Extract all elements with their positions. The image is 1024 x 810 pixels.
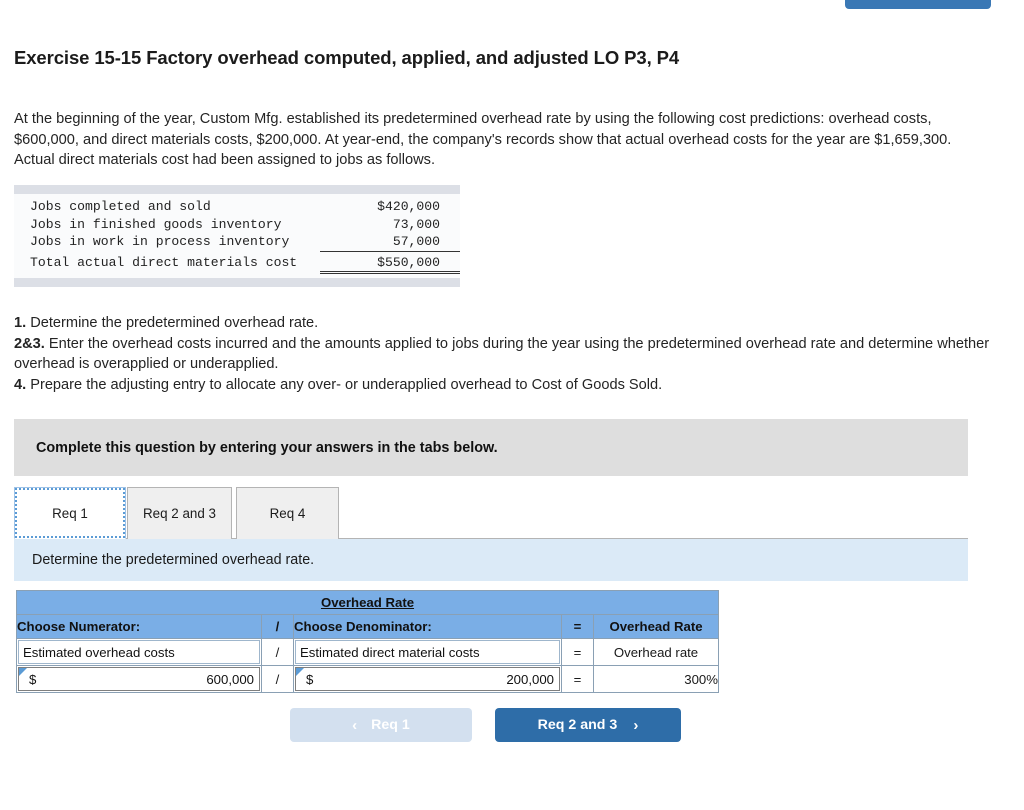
requirement-number: 2&3. xyxy=(14,335,45,352)
overhead-rate-table: Overhead Rate Choose Numerator: / Choose… xyxy=(16,590,719,693)
overhead-table-header-row: Choose Numerator: / Choose Denominator: … xyxy=(16,614,719,639)
cost-row-label: Jobs in finished goods inventory xyxy=(30,216,282,232)
requirement-number: 1. xyxy=(14,315,27,331)
sub-instruction-text: Determine the predetermined overhead rat… xyxy=(32,552,315,568)
numerator-select[interactable]: Estimated overhead costs xyxy=(18,640,260,664)
tab-label: Req 1 xyxy=(52,505,88,521)
cost-table-body: Jobs completed and sold $420,000 Jobs in… xyxy=(14,194,460,278)
complete-question-text: Complete this question by entering your … xyxy=(36,439,498,456)
prev-req-label: Req 1 xyxy=(371,717,410,733)
tab-label: Req 2 and 3 xyxy=(143,506,216,521)
numerator-currency-symbol: $ xyxy=(29,671,37,687)
cost-row-amount: $420,000 xyxy=(377,199,440,214)
requirement-item-3: 4. Prepare the adjusting entry to alloca… xyxy=(14,375,994,396)
numerator-select-value: Estimated overhead costs xyxy=(23,644,175,660)
header-choose-denominator: Choose Denominator: xyxy=(293,614,562,639)
tab-req-4[interactable]: Req 4 xyxy=(236,487,339,539)
numerator-value-cell[interactable]: $ 600,000 xyxy=(16,665,262,693)
overhead-table-label-row: Estimated overhead costs / Estimated dir… xyxy=(16,638,719,666)
next-req-button[interactable]: Req 2 and 3 › xyxy=(495,708,681,742)
overhead-rate-label: Overhead rate xyxy=(593,638,719,666)
header-equals: = xyxy=(561,614,594,639)
overhead-table-title-row: Overhead Rate xyxy=(16,590,719,615)
sub-instruction-banner: Determine the predetermined overhead rat… xyxy=(14,539,968,581)
tab-req-2-and-3[interactable]: Req 2 and 3 xyxy=(127,487,232,539)
requirement-text: Enter the overhead costs incurred and th… xyxy=(14,335,990,373)
denominator-value-cell[interactable]: $ 200,000 xyxy=(293,665,562,693)
cost-total-label: Total actual direct materials cost xyxy=(30,255,298,271)
divider-symbol: / xyxy=(261,665,294,693)
numerator-input[interactable]: $ 600,000 xyxy=(18,667,260,691)
cost-row-label: Jobs in work in process inventory xyxy=(30,234,290,250)
denominator-select-cell[interactable]: Estimated direct material costs xyxy=(293,638,562,666)
table-top-bar xyxy=(14,185,460,194)
next-req-label: Req 2 and 3 xyxy=(537,717,618,733)
direct-materials-cost-table: Jobs completed and sold $420,000 Jobs in… xyxy=(14,185,460,288)
cost-total-amount: $550,000 xyxy=(320,251,460,275)
table-bottom-bar xyxy=(14,278,460,288)
tab-req-1[interactable]: Req 1 xyxy=(14,487,126,539)
equals-symbol: = xyxy=(561,638,594,666)
top-right-blue-button[interactable] xyxy=(845,0,991,9)
header-overhead-rate: Overhead Rate xyxy=(593,614,719,639)
denominator-select[interactable]: Estimated direct material costs xyxy=(295,640,560,664)
numerator-amount: 600,000 xyxy=(206,671,254,687)
header-divider: / xyxy=(261,614,294,639)
denominator-currency-symbol: $ xyxy=(306,671,314,687)
denominator-amount: 200,000 xyxy=(506,671,554,687)
navigation-buttons: ‹ Req 1 Req 2 and 3 › xyxy=(290,708,690,744)
complete-question-banner: Complete this question by entering your … xyxy=(14,419,968,476)
chevron-right-icon: › xyxy=(633,716,639,734)
chevron-left-icon: ‹ xyxy=(352,716,358,734)
overhead-table-value-row: $ 600,000 / $ 200,000 = 300% xyxy=(16,665,719,693)
numerator-select-cell[interactable]: Estimated overhead costs xyxy=(16,638,262,666)
overhead-rate-table-body: Overhead Rate Choose Numerator: / Choose… xyxy=(16,590,719,693)
cost-row-amount: 73,000 xyxy=(392,216,440,232)
table-row: Jobs in work in process inventory 57,000 xyxy=(14,233,460,252)
table-total-row: Total actual direct materials cost $550,… xyxy=(14,251,460,275)
divider-symbol: / xyxy=(261,638,294,666)
cost-table: Jobs completed and sold $420,000 Jobs in… xyxy=(14,194,460,278)
page-title: Exercise 15-15 Factory overhead computed… xyxy=(14,47,680,68)
cost-row-label: Jobs completed and sold xyxy=(30,199,211,214)
tab-label: Req 4 xyxy=(269,506,306,521)
header-choose-numerator: Choose Numerator: xyxy=(16,614,262,639)
denominator-input[interactable]: $ 200,000 xyxy=(295,667,560,691)
requirement-text: Prepare the adjusting entry to allocate … xyxy=(26,376,663,393)
equals-symbol: = xyxy=(561,665,594,693)
cost-row-amount: 57,000 xyxy=(320,233,460,252)
problem-intro-text: At the beginning of the year, Custom Mfg… xyxy=(14,111,952,168)
requirement-item-2: 2&3. Enter the overhead costs incurred a… xyxy=(14,334,994,375)
prev-req-button[interactable]: ‹ Req 1 xyxy=(290,708,472,742)
table-row: Jobs in finished goods inventory 73,000 xyxy=(14,216,460,234)
requirement-tabs: Req 1 Req 2 and 3 Req 4 xyxy=(14,487,968,539)
cell-marker-icon xyxy=(19,668,27,676)
requirements-list: 1. Determine the predetermined overhead … xyxy=(14,313,994,395)
table-row: Jobs completed and sold $420,000 xyxy=(14,198,460,216)
overhead-rate-title: Overhead Rate xyxy=(16,590,719,615)
requirement-text: Determine the predetermined overhead rat… xyxy=(26,315,319,331)
denominator-select-value: Estimated direct material costs xyxy=(300,644,480,660)
cell-marker-icon xyxy=(296,668,304,676)
top-bar xyxy=(0,0,1024,14)
overhead-rate-result: 300% xyxy=(593,665,719,693)
requirement-item-1: 1. Determine the predetermined overhead … xyxy=(14,313,994,334)
requirement-number: 4. xyxy=(14,376,27,393)
